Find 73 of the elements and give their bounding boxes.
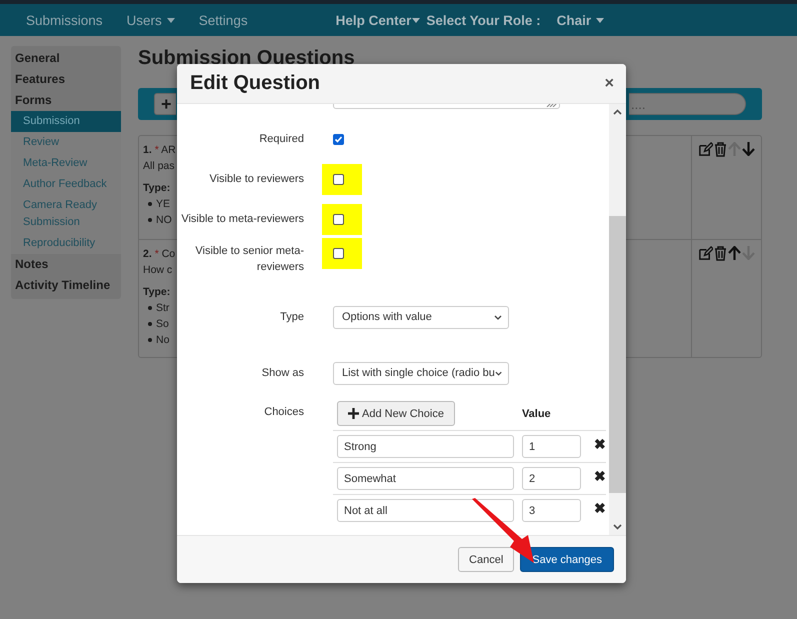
edit-icon[interactable] (698, 142, 713, 157)
plus-icon (348, 408, 359, 419)
option-text: NO (156, 213, 172, 228)
type-label: Type: (143, 285, 170, 300)
value-field[interactable]: 1 (522, 435, 581, 458)
checkbox[interactable] (333, 174, 344, 184)
type-label: Type: (143, 181, 170, 196)
check-icon (334, 134, 343, 144)
trash-icon[interactable] (714, 142, 727, 157)
option-text: Str (156, 301, 170, 316)
field-label: Required (259, 133, 304, 145)
remove-button[interactable]: ✖ (589, 436, 606, 456)
sidebar-item[interactable]: Submission (11, 111, 121, 132)
question-text: How c (143, 263, 172, 278)
scroll-up-icon[interactable] (613, 109, 622, 115)
choice-field[interactable]: Strong (337, 435, 514, 458)
bullet-icon (148, 338, 152, 342)
trash-icon[interactable] (714, 246, 727, 261)
field-label: Visible to reviewers (209, 173, 304, 185)
checkbox[interactable] (333, 248, 344, 259)
field-label: Choices (264, 406, 304, 418)
role-label: Select Your Role : (426, 12, 541, 28)
choice-field[interactable]: Not at all (337, 499, 514, 522)
question-title: 2. * Co (143, 247, 176, 262)
nav-link[interactable]: Settings (198, 12, 248, 28)
field-label: Visible to meta-reviewers (181, 213, 304, 225)
role-dropdown[interactable]: Chair (556, 12, 604, 28)
sidebar-heading[interactable]: Notes (11, 254, 121, 275)
scroll-down-icon[interactable] (613, 524, 622, 530)
cancel-button[interactable]: Cancel (458, 547, 514, 572)
field-label: Show as (262, 367, 304, 379)
nav-link[interactable]: Users (126, 12, 175, 28)
field-label: Type (280, 311, 304, 323)
chevron-down-icon (494, 370, 502, 376)
value-field[interactable]: 2 (522, 467, 581, 490)
bullet-icon (148, 202, 152, 206)
edit-icon[interactable] (698, 246, 713, 261)
bullet-icon (148, 322, 152, 326)
field-label: Visible to senior meta-reviewers (195, 245, 304, 273)
remove-button[interactable]: ✖ (589, 468, 606, 488)
arrow-up-icon[interactable] (728, 246, 741, 260)
sidebar-heading[interactable]: General (11, 48, 121, 69)
checkbox[interactable] (333, 134, 344, 144)
checkbox[interactable] (333, 214, 344, 224)
select-dropdown[interactable]: List with single choice (radio bu (333, 362, 509, 384)
remove-button[interactable]: ✖ (589, 500, 606, 520)
chevron-down-icon (494, 314, 502, 320)
sidebar-heading[interactable]: Forms (11, 90, 121, 111)
add-choice-button[interactable]: Add New Choice (337, 401, 455, 426)
add-button[interactable]: + (154, 93, 176, 115)
option-text: No (156, 333, 170, 348)
question-title: 1. * AR (143, 143, 176, 158)
close-button[interactable]: × (604, 76, 614, 92)
nav-link[interactable]: Help Center (336, 12, 420, 28)
choice-field[interactable]: Somewhat (337, 467, 514, 490)
bullet-icon (148, 218, 152, 222)
option-text: YE (156, 197, 170, 212)
option-text: So (156, 317, 169, 332)
scrollbar[interactable] (609, 104, 626, 535)
nav-link[interactable]: Submissions (26, 12, 103, 28)
dialog-title: Edit Question (190, 72, 320, 95)
scrollbar-thumb[interactable] (609, 216, 626, 493)
question-text: All pas (143, 159, 175, 174)
value-field[interactable]: 3 (522, 499, 581, 522)
bullet-icon (148, 306, 152, 310)
sidebar-heading[interactable]: Activity Timeline (11, 275, 121, 296)
column-heading: Value (522, 408, 551, 420)
select-dropdown[interactable]: Options with value (333, 306, 509, 328)
save-button[interactable]: Save changes (520, 547, 614, 572)
arrow-down-icon[interactable] (742, 142, 755, 156)
sidebar-heading[interactable]: Features (11, 69, 121, 90)
search-field[interactable]: .... (629, 93, 746, 115)
page-title: Submission Questions (138, 46, 356, 70)
